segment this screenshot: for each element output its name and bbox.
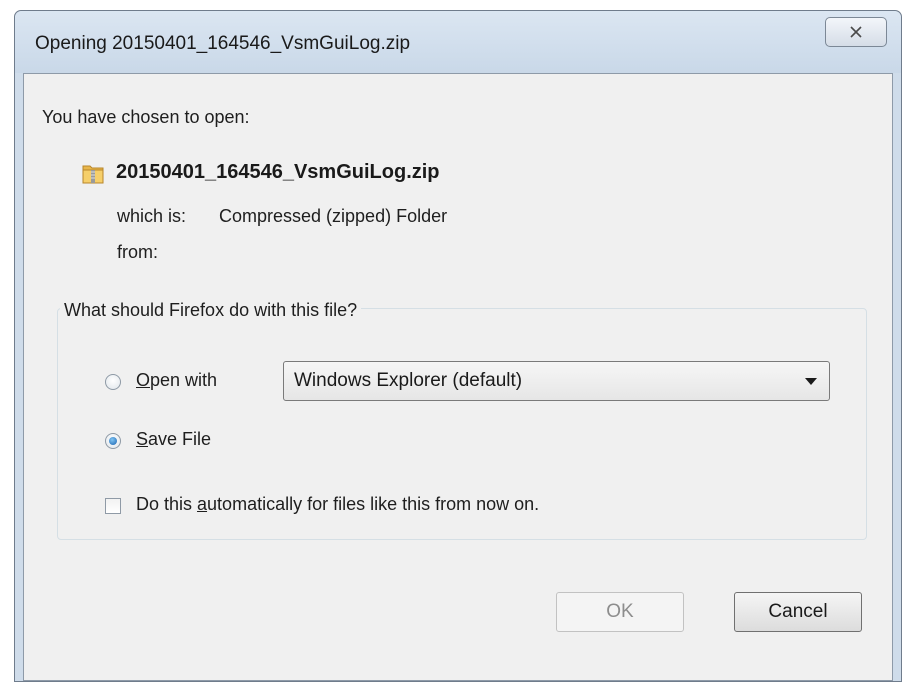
dialog-window: Opening 20150401_164546_VsmGuiLog.zip Yo… <box>14 10 902 682</box>
dialog-content: You have chosen to open: 20150401_164546… <box>23 73 893 681</box>
window-title: Opening 20150401_164546_VsmGuiLog.zip <box>35 33 411 54</box>
auto-checkbox[interactable] <box>105 498 121 514</box>
open-with-select[interactable]: Windows Explorer (default) <box>283 361 830 401</box>
close-icon <box>850 26 862 38</box>
open-with-label[interactable]: Open with <box>136 370 217 391</box>
cancel-button[interactable]: Cancel <box>734 592 862 632</box>
open-with-selected-app: Windows Explorer (default) <box>294 370 523 391</box>
auto-checkbox-label[interactable]: Do this automatically for files like thi… <box>136 494 539 515</box>
save-file-label[interactable]: Save File <box>136 429 211 450</box>
save-file-radio[interactable] <box>105 433 121 449</box>
ok-button[interactable]: OK <box>556 592 684 632</box>
from-label: from: <box>117 242 159 262</box>
file-name: 20150401_164546_VsmGuiLog.zip <box>116 161 440 183</box>
title-bar[interactable]: Opening 20150401_164546_VsmGuiLog.zip <box>15 11 901 73</box>
file-type-value: Compressed (zipped) Folder <box>219 206 448 226</box>
close-button[interactable] <box>825 17 887 47</box>
zip-folder-icon <box>82 165 104 184</box>
open-with-radio[interactable] <box>105 374 121 390</box>
chevron-down-icon <box>805 378 817 385</box>
radio-selected-dot <box>109 437 117 445</box>
intro-text: You have chosen to open: <box>42 107 250 127</box>
which-is-label: which is: <box>117 206 187 226</box>
action-group-legend: What should Firefox do with this file? <box>60 300 362 321</box>
